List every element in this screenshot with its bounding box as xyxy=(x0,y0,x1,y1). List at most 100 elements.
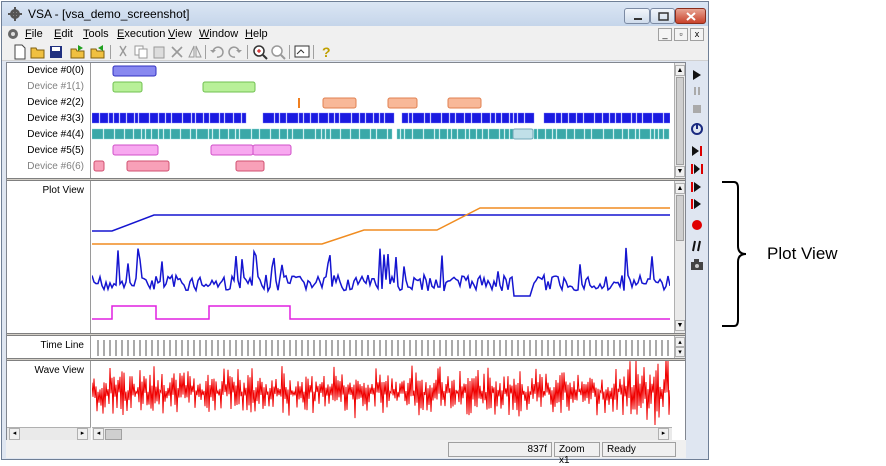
plot-view-canvas[interactable] xyxy=(92,181,670,333)
menu-window[interactable]: Window xyxy=(199,28,238,40)
activity-segment xyxy=(133,128,142,140)
scroll-thumb[interactable] xyxy=(676,195,684,241)
stop-icon[interactable] xyxy=(689,102,705,116)
mirror-icon[interactable] xyxy=(187,44,203,60)
paste-icon[interactable] xyxy=(151,44,167,60)
mdi-minimize-button[interactable]: _ xyxy=(658,28,672,41)
help-icon[interactable]: ? xyxy=(318,44,334,60)
device-label-4[interactable]: Device #4(4) xyxy=(27,129,84,140)
menu-tools[interactable]: Tools xyxy=(83,28,109,40)
scroll-left-button[interactable]: ◂ xyxy=(93,428,104,440)
step-forward-icon[interactable] xyxy=(689,180,705,194)
activity-segment xyxy=(138,112,150,124)
activity-segment xyxy=(631,112,637,124)
device-1-block[interactable] xyxy=(202,81,256,93)
device-5-block[interactable] xyxy=(210,144,254,156)
mdi-restore-button[interactable]: ▫ xyxy=(674,28,688,41)
cut-icon[interactable] xyxy=(115,44,131,60)
activity-segment xyxy=(583,112,595,124)
activity-segment xyxy=(124,128,134,140)
reset-icon[interactable] xyxy=(689,122,705,136)
redo-icon[interactable] xyxy=(227,44,243,60)
record-icon[interactable] xyxy=(689,218,705,232)
scroll-up-button[interactable]: ▲ xyxy=(675,183,685,194)
scroll-left-button[interactable]: ◂ xyxy=(9,428,20,440)
label-hscrollbar[interactable]: ◂ ▸ xyxy=(7,427,91,440)
wave-view-canvas[interactable] xyxy=(92,361,670,426)
annotation-label: Plot View xyxy=(767,244,838,263)
scroll-down-button[interactable]: ▼ xyxy=(675,166,685,177)
export-icon[interactable] xyxy=(70,44,86,60)
maximize-button[interactable] xyxy=(650,8,675,24)
activity-segment xyxy=(113,112,120,124)
device-1-block[interactable] xyxy=(112,81,143,93)
scroll-right-button[interactable]: ▸ xyxy=(77,428,88,440)
step-end-icon[interactable] xyxy=(689,144,705,158)
zoom-in-icon[interactable] xyxy=(252,44,268,60)
device-3-activity[interactable] xyxy=(92,112,670,124)
pause-icon[interactable] xyxy=(689,84,705,98)
scroll-down-button[interactable]: ▾ xyxy=(675,347,685,357)
new-file-icon[interactable] xyxy=(12,44,28,60)
device-scrollbar[interactable]: ▲ ▼ xyxy=(674,63,685,178)
device-label-5[interactable]: Device #5(5) xyxy=(27,145,84,156)
timeline-scrollbar[interactable]: ▴ ▾ xyxy=(674,336,685,358)
close-button[interactable] xyxy=(675,8,706,24)
mdi-close-button[interactable]: x xyxy=(690,28,704,41)
scroll-right-button[interactable]: ▸ xyxy=(658,428,669,440)
import-icon[interactable] xyxy=(90,44,106,60)
play-icon[interactable] xyxy=(689,68,705,82)
activity-segment xyxy=(279,112,287,124)
device-5-block[interactable] xyxy=(112,144,159,156)
activity-segment xyxy=(574,128,585,140)
main-hscrollbar[interactable]: ◂ ▸ xyxy=(92,427,672,440)
menu-execution[interactable]: Execution xyxy=(117,28,165,40)
device-2-block[interactable] xyxy=(447,97,482,109)
menu-edit[interactable]: Edit xyxy=(54,28,73,40)
device-label-1[interactable]: Device #1(1) xyxy=(27,81,84,92)
save-icon[interactable] xyxy=(48,44,64,60)
device-5-block[interactable] xyxy=(252,144,292,156)
device-2-block[interactable] xyxy=(322,97,357,109)
device-4-activity[interactable] xyxy=(92,128,670,140)
undo-icon[interactable] xyxy=(209,44,225,60)
device-label-0[interactable]: Device #0(0) xyxy=(27,65,84,76)
device-label-3[interactable]: Device #3(3) xyxy=(27,113,84,124)
menu-file[interactable]: File xyxy=(25,28,43,40)
device-timeline[interactable] xyxy=(92,63,670,178)
device-2-block[interactable] xyxy=(387,97,418,109)
device-6-block[interactable] xyxy=(235,160,265,172)
delete-icon[interactable] xyxy=(169,44,185,60)
scroll-thumb[interactable] xyxy=(676,77,684,165)
activity-segment xyxy=(501,112,510,124)
device-6-block[interactable] xyxy=(126,160,170,172)
zoom-out-icon[interactable] xyxy=(270,44,286,60)
activity-segment xyxy=(603,128,614,140)
device-0-block[interactable] xyxy=(112,65,157,77)
svg-text:?: ? xyxy=(322,44,331,60)
device-2-block[interactable] xyxy=(298,98,300,108)
scroll-up-button[interactable]: ▴ xyxy=(675,337,685,347)
plot-scrollbar[interactable]: ▲ ▼ xyxy=(674,181,685,333)
activity-segment xyxy=(384,112,395,124)
menu-view[interactable]: View xyxy=(168,28,192,40)
device-label-6[interactable]: Device #6(6) xyxy=(27,161,84,172)
activity-segment xyxy=(499,128,505,140)
open-folder-icon[interactable] xyxy=(30,44,46,60)
activity-segment xyxy=(636,112,643,124)
copy-icon[interactable] xyxy=(133,44,149,60)
play-step-icon[interactable] xyxy=(689,197,705,211)
device-label-2[interactable]: Device #2(2) xyxy=(27,97,84,108)
camera-icon[interactable] xyxy=(689,257,705,271)
scroll-up-button[interactable]: ▲ xyxy=(675,65,685,76)
time-line-ruler[interactable] xyxy=(92,336,670,358)
view-icon[interactable] xyxy=(294,44,310,60)
menu-help[interactable]: Help xyxy=(245,28,268,40)
break-icon[interactable] xyxy=(689,239,705,253)
hscroll-thumb[interactable] xyxy=(105,429,122,440)
step-back-icon[interactable] xyxy=(689,162,705,176)
minimize-button[interactable] xyxy=(624,8,650,24)
scroll-down-button[interactable]: ▼ xyxy=(675,320,685,331)
device-6-block[interactable] xyxy=(93,160,105,172)
document-menu-icon[interactable] xyxy=(6,27,20,41)
